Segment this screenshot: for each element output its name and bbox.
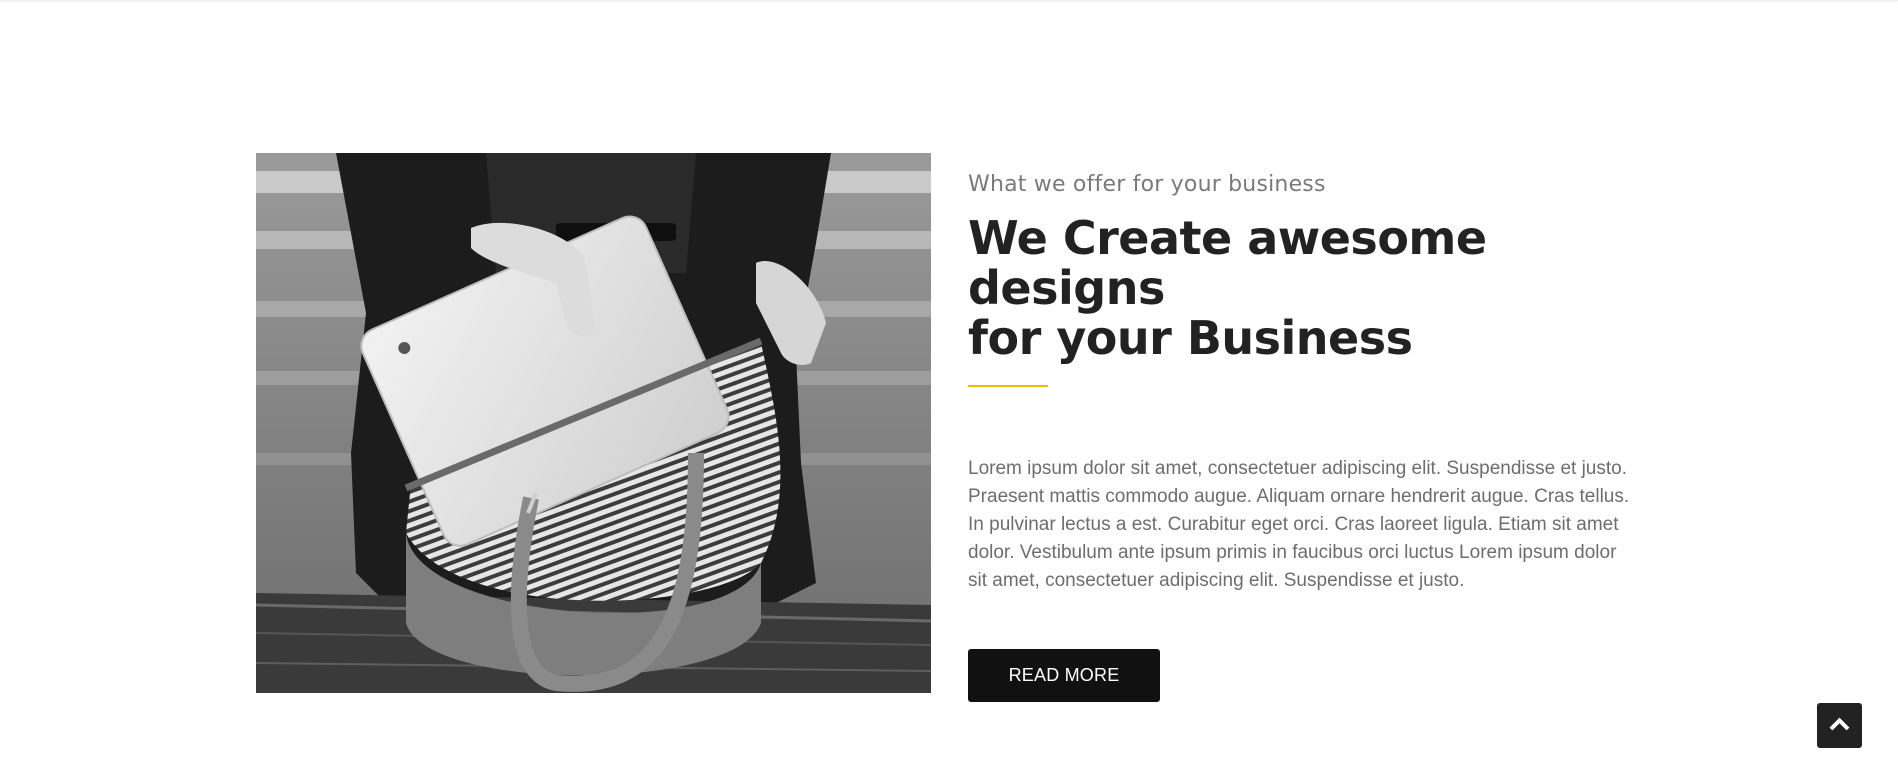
accent-divider bbox=[968, 385, 1048, 387]
feature-section: What we offer for your business We Creat… bbox=[0, 0, 1898, 779]
section-body-text: Lorem ipsum dolor sit amet, consectetuer… bbox=[968, 458, 1630, 591]
section-eyebrow: What we offer for your business bbox=[968, 172, 1326, 197]
heading-line-1: We Create awesome designs bbox=[968, 211, 1487, 315]
feature-photo bbox=[256, 153, 931, 693]
feature-content: What we offer for your business We Creat… bbox=[968, 172, 1648, 702]
chevron-up-icon bbox=[1829, 717, 1850, 731]
section-heading: We Create awesome designs for your Busin… bbox=[968, 213, 1648, 363]
heading-line-2: for your Business bbox=[968, 311, 1413, 365]
scroll-to-top-button[interactable] bbox=[1817, 703, 1862, 748]
read-more-button[interactable]: READ MORE bbox=[968, 649, 1160, 702]
